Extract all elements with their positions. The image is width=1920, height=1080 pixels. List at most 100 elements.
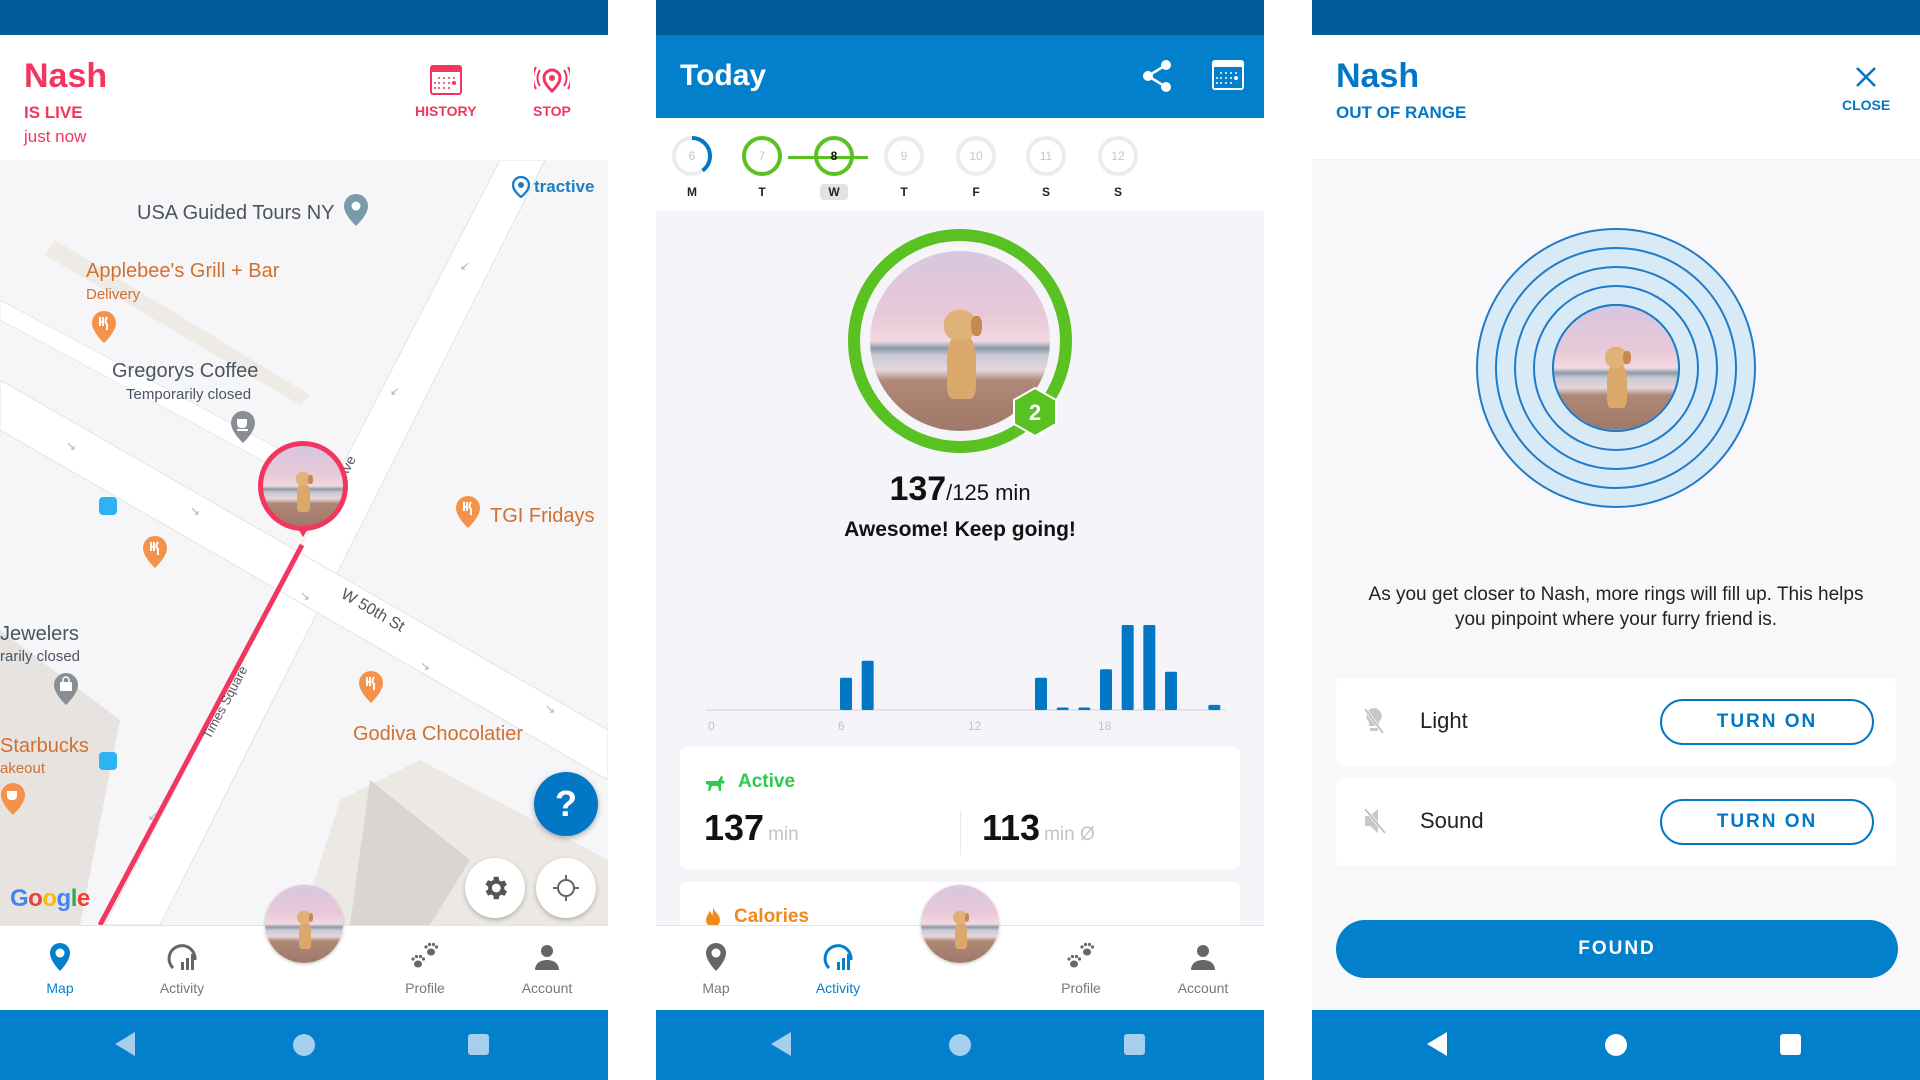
status-bar (656, 0, 1264, 35)
restaurant-icon[interactable] (455, 495, 481, 529)
pet-photo (265, 885, 343, 963)
bus-stop-icon[interactable] (99, 497, 117, 515)
found-button[interactable]: FOUND (1336, 920, 1898, 978)
pet-photo (263, 446, 343, 526)
day-3[interactable]: 9T (874, 136, 934, 201)
day-progress-arc (672, 136, 712, 176)
recents-icon[interactable] (1780, 1034, 1801, 1055)
sound-turn-on-button[interactable]: TURN ON (1660, 799, 1874, 845)
day-5[interactable]: 11 S (1016, 136, 1076, 201)
coffee-icon[interactable] (0, 782, 26, 816)
day-0[interactable]: 6M (662, 136, 722, 201)
pet-name: Nash (1336, 57, 1420, 95)
app-bar: Today (656, 35, 1264, 118)
back-icon[interactable] (771, 1032, 791, 1056)
map-view[interactable]: ↙ ↙ ↘ ↘ ↘ ↘ ↘ ↙ Ave W 50th St Times Square t… (0, 160, 608, 925)
today-active: 137 min (704, 807, 799, 848)
svg-text:↙: ↙ (460, 259, 470, 273)
status-bar (1312, 0, 1920, 35)
tab-activity[interactable]: Activity (132, 926, 232, 1011)
tab-profile[interactable]: Profile (1031, 926, 1131, 1011)
bar-hour-20 (1143, 625, 1156, 710)
place-label[interactable]: USA Guided Tours NY (137, 202, 335, 225)
back-icon[interactable] (115, 1032, 135, 1056)
day-progress-ring: 12 (1098, 136, 1138, 176)
average-active: 113 min Ø (982, 807, 1095, 848)
activity-gauge-icon (167, 944, 197, 970)
x-tick-label: 12 (968, 719, 982, 733)
live-header: Nash IS LIVE just now HISTORY STOP (0, 35, 608, 160)
bar-hour-7 (861, 660, 874, 710)
tab-map[interactable]: Map (666, 926, 766, 1011)
day-1[interactable]: 7T (732, 136, 792, 201)
history-button[interactable]: HISTORY (415, 65, 476, 119)
place-subtitle: Temporarily closed (126, 386, 252, 403)
active-card[interactable]: Active 137 min 113 min Ø (680, 747, 1240, 869)
tab-map[interactable]: Map (10, 926, 110, 1011)
week-selector: 6 M 7 T 8 W 9 T 10 F 11 S 12 S (656, 118, 1264, 211)
calendar-icon[interactable] (1212, 60, 1244, 90)
day-letter: W (820, 184, 848, 200)
back-icon[interactable] (1427, 1032, 1447, 1056)
pet-avatar-button[interactable] (265, 885, 343, 963)
streak-level: 2 (1029, 400, 1041, 425)
restaurant-icon[interactable] (91, 310, 117, 344)
tab-account[interactable]: Account (1153, 926, 1253, 1011)
pet-location-marker[interactable] (258, 441, 348, 551)
map-pin-icon (706, 943, 726, 971)
place-label[interactable]: TGI Fridays (490, 505, 594, 528)
place-label[interactable]: Applebee's Grill + Bar (86, 260, 279, 283)
locate-button[interactable] (536, 858, 596, 918)
activity-gauge-icon (823, 944, 853, 970)
close-button[interactable]: CLOSE (1842, 65, 1890, 113)
share-icon[interactable] (1142, 59, 1172, 93)
map-settings-button[interactable] (465, 858, 525, 918)
coffee-icon[interactable] (230, 410, 256, 444)
day-progress-ring: 8 (814, 136, 854, 176)
sound-off-icon (1363, 808, 1387, 834)
active-title: Active (738, 771, 796, 792)
sound-label: Sound (1420, 808, 1484, 833)
restaurant-icon[interactable] (358, 670, 384, 704)
home-icon[interactable] (949, 1034, 971, 1056)
tab-profile[interactable]: Profile (375, 926, 475, 1011)
svg-text:↘: ↘ (190, 504, 200, 518)
place-subtitle: akeout (0, 760, 46, 777)
bus-stop-icon[interactable] (99, 752, 117, 770)
restaurant-icon[interactable] (142, 535, 168, 569)
home-icon[interactable] (1605, 1034, 1627, 1056)
day-progress-ring: 10 (956, 136, 996, 176)
map-pin-icon[interactable] (343, 193, 369, 227)
gear-icon (485, 876, 507, 900)
pet-name: Nash (24, 57, 108, 95)
tab-activity[interactable]: Activity (788, 926, 888, 1011)
recents-icon[interactable] (1124, 1034, 1145, 1055)
tab-account[interactable]: Account (497, 926, 597, 1011)
light-turn-on-button[interactable]: TURN ON (1660, 699, 1874, 745)
stop-live-button[interactable]: STOP (533, 65, 571, 119)
day-letter: T (900, 185, 908, 199)
hourly-activity-chart: 0 6 12 18 (706, 625, 1226, 733)
help-button[interactable]: ? (534, 772, 598, 836)
place-label[interactable]: Starbucks (0, 735, 89, 758)
phone-find-screen: Nash OUT OF RANGE CLOSE As you get close… (1312, 0, 1920, 1080)
pet-avatar-button[interactable] (921, 885, 999, 963)
place-label[interactable]: Jewelers (0, 623, 79, 646)
day-6[interactable]: 12 S (1088, 136, 1148, 201)
place-label[interactable]: Godiva Chocolatier (353, 723, 523, 746)
streak-level-badge: 2 (1013, 387, 1057, 437)
recents-icon[interactable] (468, 1034, 489, 1055)
svg-text:↘: ↘ (420, 659, 430, 673)
day-4[interactable]: 10 F (946, 136, 1006, 201)
tractive-logo: tractive (512, 176, 594, 198)
place-label[interactable]: Gregorys Coffee (112, 360, 258, 383)
pet-photo (921, 885, 999, 963)
day-2[interactable]: 8W (804, 136, 864, 201)
paw-prints-icon (1067, 942, 1095, 968)
shopping-icon[interactable] (53, 672, 79, 706)
history-label: HISTORY (415, 103, 477, 119)
home-icon[interactable] (293, 1034, 315, 1056)
place-subtitle: rarily closed (0, 648, 81, 665)
bar-hour-19 (1121, 625, 1134, 710)
sound-control: Sound TURN ON (1336, 778, 1896, 866)
